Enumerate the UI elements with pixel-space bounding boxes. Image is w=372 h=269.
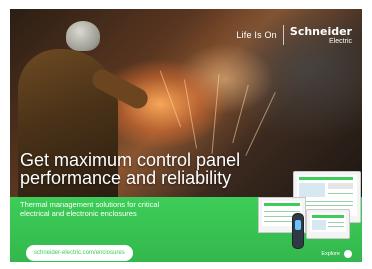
- schneider-logo: Schneider Electric: [290, 26, 352, 45]
- subheadline-line-1: Thermal management solutions for critica…: [20, 200, 160, 209]
- ad-page: Life Is On Schneider Electric Get maximu…: [0, 0, 372, 269]
- ad-banner[interactable]: Life Is On Schneider Electric Get maximu…: [10, 9, 362, 262]
- worker-helmet: [66, 21, 100, 51]
- headline: Get maximum control panel performance an…: [20, 151, 340, 187]
- explore-link[interactable]: Explore: [321, 250, 352, 258]
- screen-line: [328, 222, 344, 223]
- logo-name: Schneider: [289, 24, 352, 38]
- brand-divider: [282, 25, 284, 45]
- brand-tagline: Life Is On: [236, 30, 277, 40]
- headline-line-1: Get maximum control panel: [20, 150, 241, 170]
- screen-header-bar: [312, 215, 344, 218]
- brand-lockup[interactable]: Life Is On Schneider Electric: [236, 25, 352, 45]
- sensor-display: [295, 220, 301, 230]
- screen-line: [299, 205, 353, 206]
- explore-label: Explore: [321, 251, 340, 257]
- tablet-mockup: [306, 209, 350, 239]
- screen-block: [328, 183, 353, 189]
- subheadline-line-2: electrical and electronic enclosures: [20, 209, 137, 218]
- screen-header-bar: [264, 203, 300, 206]
- screen-map: [299, 183, 325, 197]
- logo-sub: Electric: [329, 37, 352, 45]
- screen-line: [328, 193, 353, 194]
- subheadline: Thermal management solutions for critica…: [20, 200, 230, 218]
- sensor-device: [292, 213, 304, 249]
- screen-header-bar: [299, 177, 353, 180]
- url-button[interactable]: schneider-electric.com/enclosures: [26, 245, 133, 261]
- screen-line: [264, 221, 292, 222]
- screen-line: [264, 211, 300, 212]
- screen-line: [328, 226, 344, 227]
- screen-block: [312, 220, 326, 230]
- headline-line-2: performance and reliability: [20, 168, 232, 188]
- tablet-screen: [310, 213, 346, 232]
- circle-icon: [344, 250, 352, 258]
- screen-line: [299, 201, 353, 202]
